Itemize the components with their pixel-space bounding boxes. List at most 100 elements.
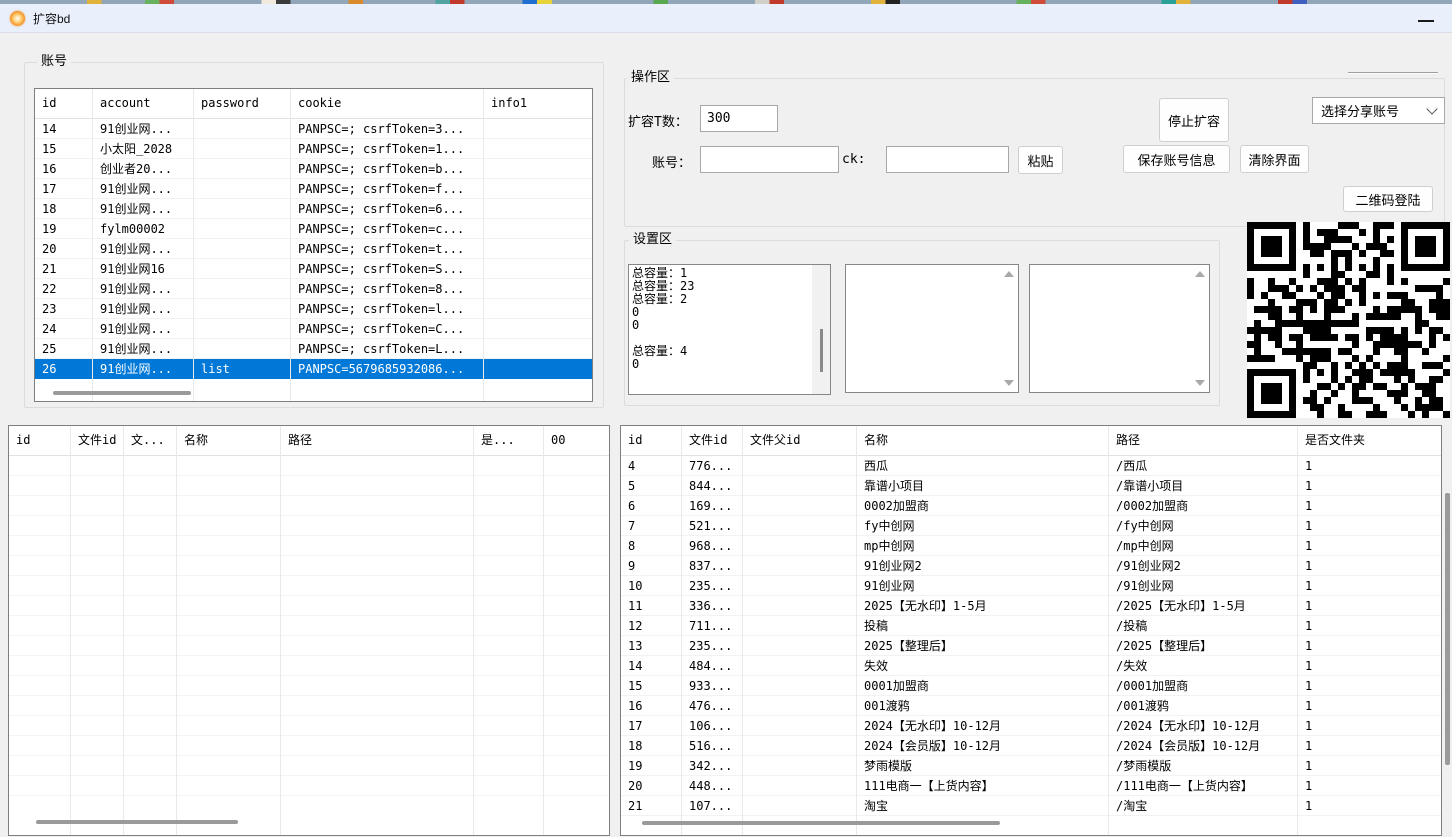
- triangle-up-icon[interactable]: [1195, 271, 1205, 277]
- table-cell: [743, 736, 857, 756]
- minimize-button[interactable]: [1412, 10, 1440, 26]
- list-item[interactable]: 总容量：4: [629, 345, 830, 358]
- expand-t-input[interactable]: [700, 105, 778, 132]
- ck-input[interactable]: [886, 146, 1009, 173]
- column-header[interactable]: 00: [544, 426, 609, 455]
- capacity-listbox-scrollbar-thumb[interactable]: [820, 329, 823, 372]
- table-row[interactable]: 20448...111电商一【上货内容】/111电商一【上货内容】1: [621, 776, 1441, 796]
- accounts-group-label: 账号: [37, 54, 71, 70]
- column-header[interactable]: 路径: [281, 426, 474, 455]
- table-row[interactable]: 18516...2024【会员版】10-12月/2024【会员版】10-12月1: [621, 736, 1441, 756]
- table-row[interactable]: 1791创业网...PANPSC=; csrfToken=f...: [35, 179, 592, 199]
- table-row[interactable]: 6169...0002加盟商/0002加盟商1: [621, 496, 1441, 516]
- column-header[interactable]: cookie: [291, 89, 484, 118]
- table-row[interactable]: 9837...91创业网2/91创业网21: [621, 556, 1441, 576]
- right-table-hscrollbar-thumb[interactable]: [642, 821, 1000, 825]
- list-item[interactable]: 0: [629, 319, 830, 332]
- table-cell: 91创业网...: [93, 239, 194, 259]
- column-header[interactable]: id: [35, 89, 93, 118]
- qr-login-button[interactable]: 二维码登陆: [1343, 186, 1433, 212]
- left-table-hscrollbar-thumb[interactable]: [36, 820, 238, 824]
- empty-listbox-1[interactable]: [845, 264, 1019, 393]
- table-row[interactable]: 7521...fy中创网/fy中创网1: [621, 516, 1441, 536]
- column-header[interactable]: 名称: [857, 426, 1109, 455]
- table-row[interactable]: 15小太阳_2028PANPSC=; csrfToken=1...: [35, 139, 592, 159]
- right-table-vscrollbar[interactable]: [1444, 425, 1452, 834]
- table-row[interactable]: 16476...001渡鸦/001渡鸦1: [621, 696, 1441, 716]
- account-input[interactable]: [700, 146, 839, 173]
- column-header[interactable]: 文件id: [71, 426, 124, 455]
- share-account-combobox[interactable]: 选择分享账号: [1312, 97, 1445, 124]
- files-table-left-body[interactable]: [9, 456, 609, 812]
- table-row[interactable]: 1891创业网...PANPSC=; csrfToken=6...: [35, 199, 592, 219]
- stop-expand-button[interactable]: 停止扩容: [1159, 98, 1229, 142]
- list-item[interactable]: 0: [629, 358, 830, 371]
- column-header[interactable]: 是否文件夹: [1298, 426, 1441, 455]
- table-row[interactable]: 2691创业网...listPANPSC=5679685932086...: [35, 359, 592, 379]
- column-header[interactable]: info1: [484, 89, 592, 118]
- table-cell: 91创业网: [857, 576, 1109, 596]
- table-row[interactable]: 2591创业网...PANPSC=; csrfToken=L...: [35, 339, 592, 359]
- paste-button[interactable]: 粘贴: [1018, 146, 1063, 174]
- empty-listbox-2[interactable]: [1029, 264, 1210, 393]
- table-row[interactable]: 15933...0001加盟商/0001加盟商1: [621, 676, 1441, 696]
- table-row[interactable]: 1491创业网...PANPSC=; csrfToken=3...: [35, 119, 592, 139]
- table-row[interactable]: 5844...靠谱小项目/靠谱小项目1: [621, 476, 1441, 496]
- table-cell: [743, 456, 857, 476]
- table-row[interactable]: 2391创业网...PANPSC=; csrfToken=l...: [35, 299, 592, 319]
- table-cell: 13: [621, 636, 682, 656]
- table-row[interactable]: 17106...2024【无水印】10-12月/2024【无水印】10-12月1: [621, 716, 1441, 736]
- table-cell: [194, 119, 291, 139]
- table-cell: 91创业网...: [93, 199, 194, 219]
- table-row[interactable]: 11336...2025【无水印】1-5月/2025【无水印】1-5月1: [621, 596, 1441, 616]
- column-header[interactable]: id: [621, 426, 682, 455]
- table-row[interactable]: 12711...投稿/投稿1: [621, 616, 1441, 636]
- table-row[interactable]: 10235...91创业网/91创业网1: [621, 576, 1441, 596]
- save-account-info-button[interactable]: 保存账号信息: [1123, 145, 1230, 173]
- column-header[interactable]: 名称: [177, 426, 281, 455]
- table-row[interactable]: 2491创业网...PANPSC=; csrfToken=C...: [35, 319, 592, 339]
- table-row[interactable]: 19342...梦雨模版/梦雨模版1: [621, 756, 1441, 776]
- triangle-up-icon[interactable]: [1004, 271, 1014, 277]
- table-row[interactable]: 13235...2025【整理后】/2025【整理后】1: [621, 636, 1441, 656]
- column-header[interactable]: id: [9, 426, 71, 455]
- table-row[interactable]: 21107...淘宝/淘宝1: [621, 796, 1441, 816]
- column-header[interactable]: 路径: [1109, 426, 1298, 455]
- files-table-left[interactable]: id文件id文...名称路径是...00: [8, 425, 610, 836]
- right-table-vscrollbar-thumb[interactable]: [1445, 493, 1450, 765]
- column-header[interactable]: account: [93, 89, 194, 118]
- clear-ui-button[interactable]: 清除界面: [1240, 145, 1309, 173]
- table-cell: 711...: [682, 616, 743, 636]
- column-header[interactable]: 文件id: [682, 426, 743, 455]
- table-cell: /001渡鸦: [1109, 696, 1298, 716]
- table-cell: [484, 219, 592, 239]
- table-cell: /0002加盟商: [1109, 496, 1298, 516]
- triangle-down-icon[interactable]: [1004, 380, 1014, 386]
- table-cell: 18: [621, 736, 682, 756]
- capacity-listbox[interactable]: 总容量：1总容量：23总容量：200总容量：40: [628, 264, 831, 395]
- files-table-right-body[interactable]: 4776...西瓜/西瓜15844...靠谱小项目/靠谱小项目16169...0…: [621, 456, 1441, 816]
- column-header[interactable]: 是...: [474, 426, 544, 455]
- triangle-down-icon[interactable]: [1195, 380, 1205, 386]
- table-row[interactable]: 2191创业网16PANPSC=; csrfToken=S...: [35, 259, 592, 279]
- table-cell: [484, 119, 592, 139]
- table-row[interactable]: 2291创业网...PANPSC=; csrfToken=8...: [35, 279, 592, 299]
- accounts-table-body[interactable]: 1491创业网...PANPSC=; csrfToken=3...15小太阳_2…: [35, 119, 592, 379]
- table-row[interactable]: 19fylm00002PANPSC=; csrfToken=c...: [35, 219, 592, 239]
- table-row[interactable]: 8968...mp中创网/mp中创网1: [621, 536, 1441, 556]
- table-row[interactable]: 14484...失效/失效1: [621, 656, 1441, 676]
- column-header[interactable]: 文...: [124, 426, 177, 455]
- table-row[interactable]: 16创业者20...PANPSC=; csrfToken=b...: [35, 159, 592, 179]
- table-row[interactable]: 4776...西瓜/西瓜1: [621, 456, 1441, 476]
- list-item[interactable]: 总容量：2: [629, 293, 830, 306]
- accounts-table[interactable]: idaccountpasswordcookieinfo1 1491创业网...P…: [34, 88, 593, 402]
- table-cell: 14: [35, 119, 93, 139]
- column-header[interactable]: password: [194, 89, 291, 118]
- table-row[interactable]: 2091创业网...PANPSC=; csrfToken=t...: [35, 239, 592, 259]
- accounts-hscrollbar-thumb[interactable]: [53, 391, 191, 395]
- table-cell: 26: [35, 359, 93, 379]
- list-item[interactable]: 0: [629, 306, 830, 319]
- files-table-right[interactable]: id文件id文件父id名称路径是否文件夹 4776...西瓜/西瓜15844..…: [620, 425, 1442, 836]
- column-header[interactable]: 文件父id: [743, 426, 857, 455]
- table-cell: 91创业网2: [857, 556, 1109, 576]
